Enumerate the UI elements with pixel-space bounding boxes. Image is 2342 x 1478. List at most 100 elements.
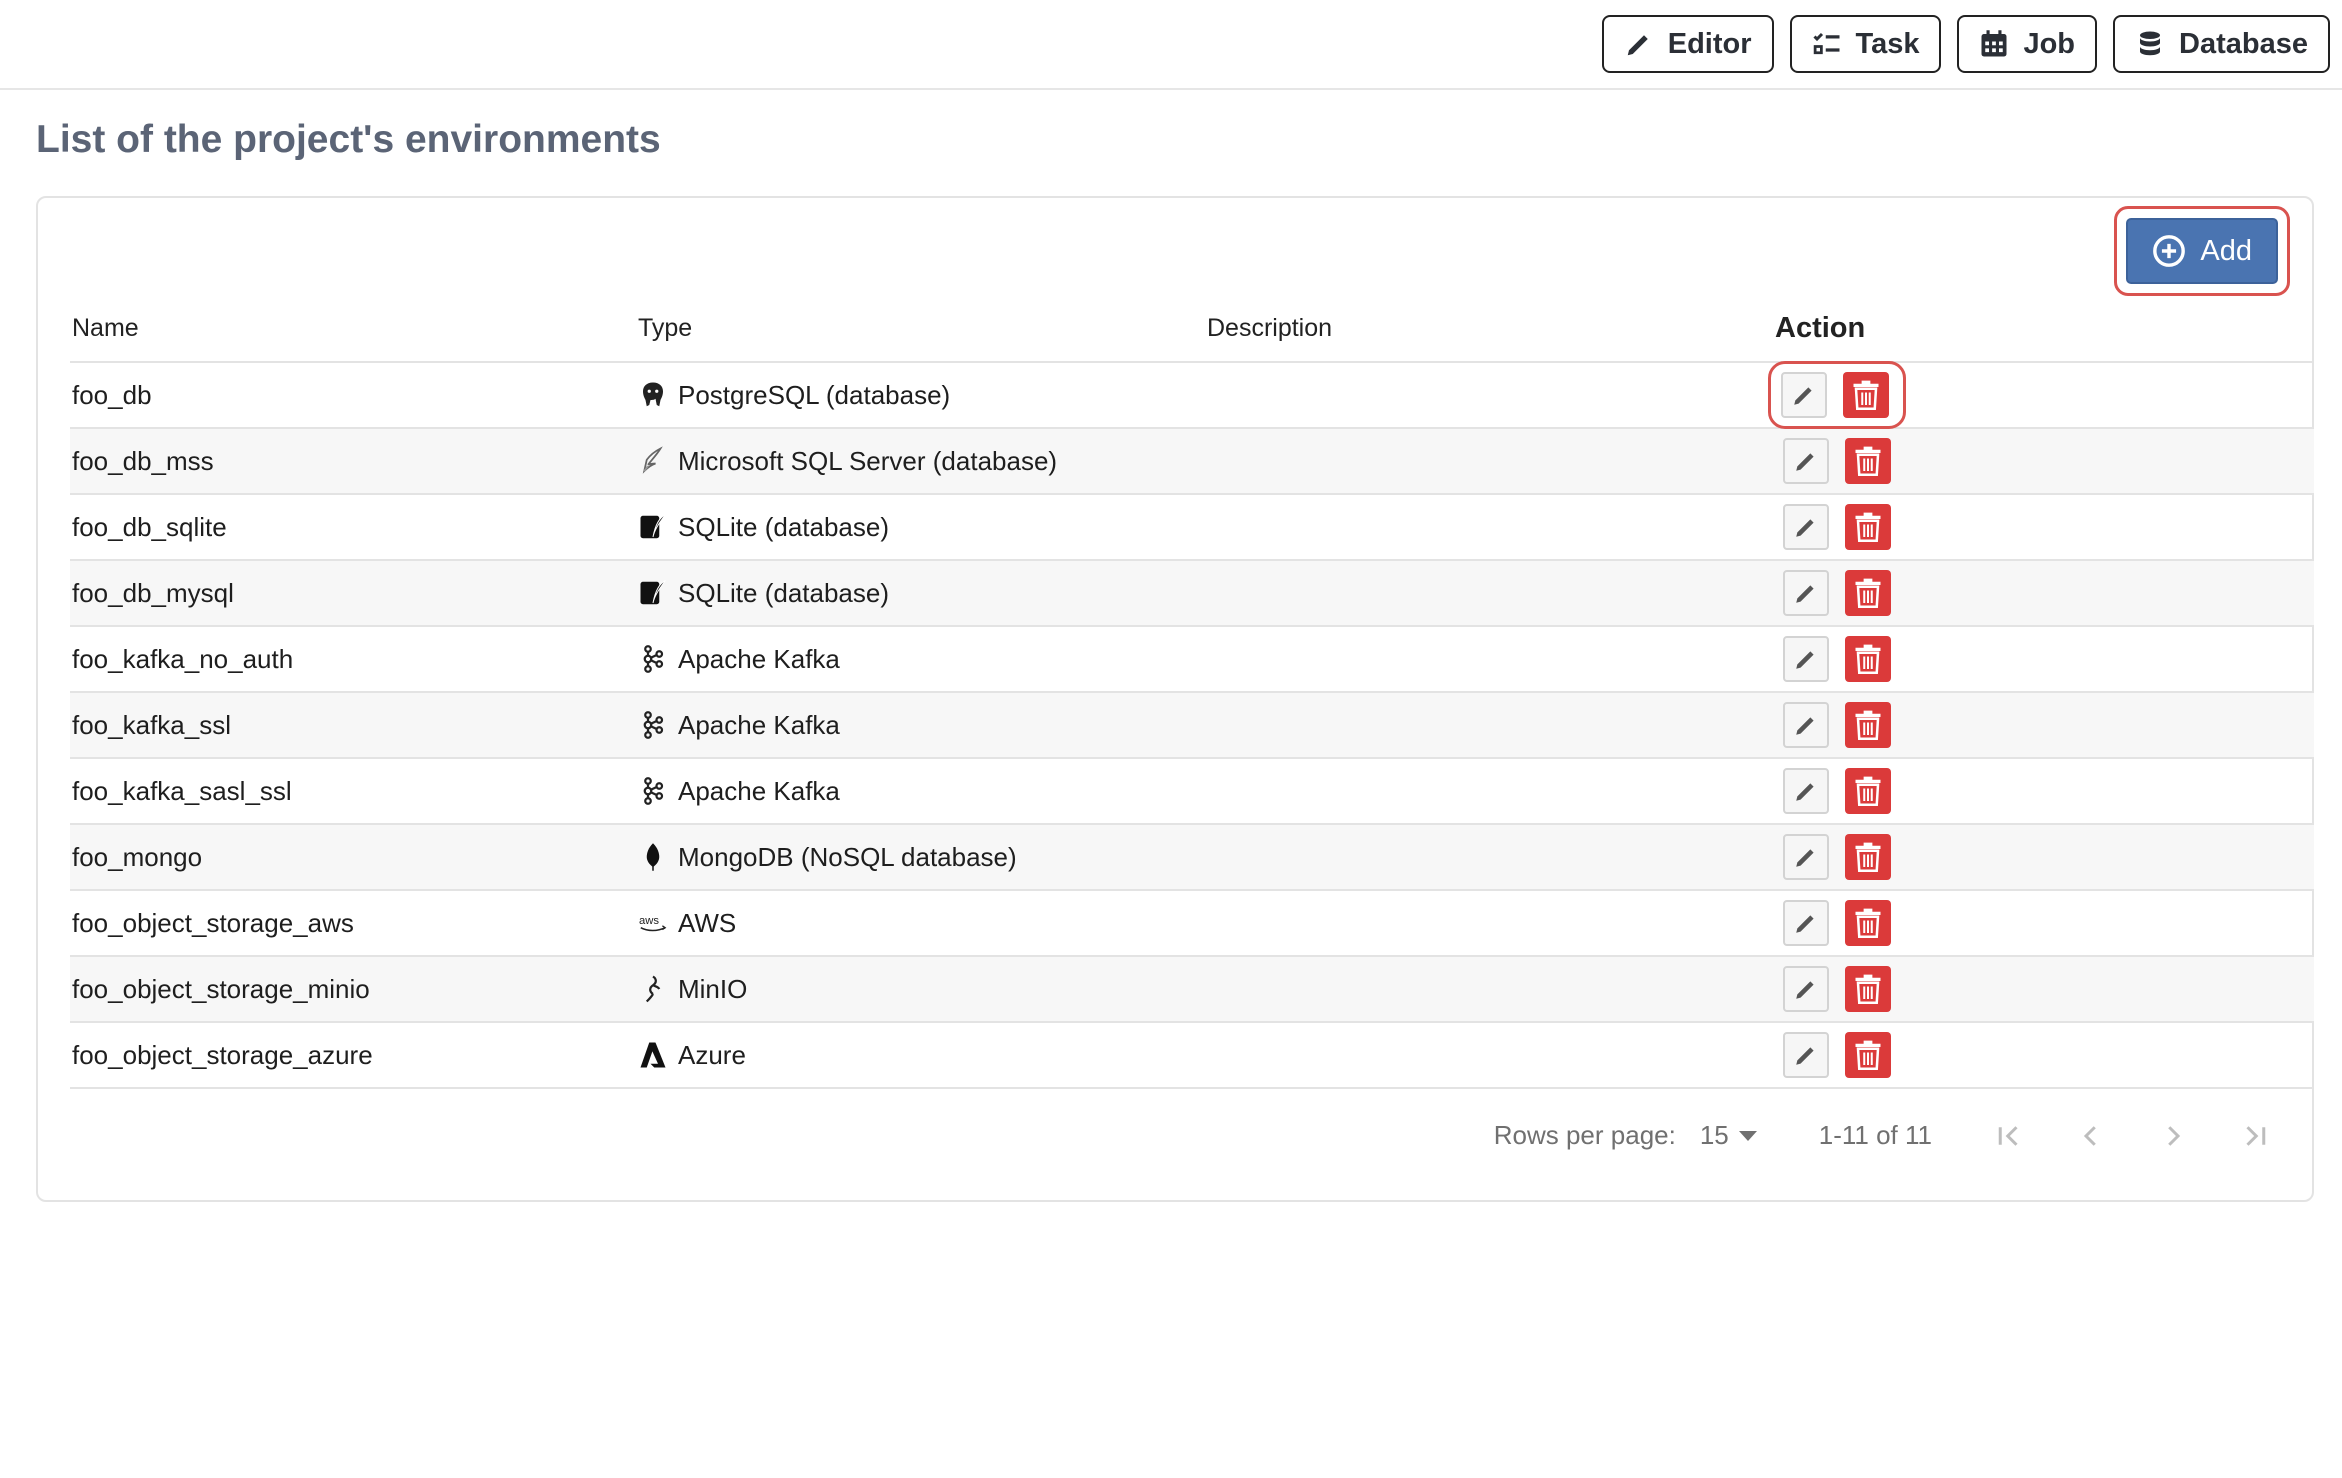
job-button[interactable]: Job [1957,15,2098,73]
first-page-icon[interactable] [1994,1121,2024,1151]
database-button[interactable]: Database [2113,15,2330,73]
env-name: foo_object_storage_azure [72,1039,373,1070]
table-row: foo_object_storage_azure Azure [70,1022,2314,1089]
pencil-icon [1796,585,1814,603]
row-actions [1775,1032,2314,1078]
previous-page-icon[interactable] [2076,1121,2106,1151]
edit-environment-button[interactable] [1783,768,1829,814]
edit-environment-button[interactable] [1783,636,1829,682]
env-description-cell [1207,824,1775,891]
aws-icon: aws [639,915,667,932]
row-actions [1775,504,2314,550]
delete-environment-button[interactable] [1845,834,1891,880]
rows-per-page-label: Rows per page: [1493,1120,1676,1150]
task-button[interactable]: Task [1789,15,1942,73]
column-header-type[interactable]: Type [638,296,1207,363]
trash-icon [1855,776,1881,806]
env-name-cell: foo_db_mss [70,428,638,495]
delete-environment-button[interactable] [1845,966,1891,1012]
env-name: foo_object_storage_aws [72,907,354,938]
add-environment-button[interactable]: Add [2126,218,2278,284]
row-actions [1775,966,2314,1012]
env-type: Microsoft SQL Server (database) [678,445,1058,476]
plus-circle-icon [2153,235,2186,267]
delete-environment-button[interactable] [1845,1032,1891,1078]
task-button-label: Task [1855,27,1920,60]
table-row: foo_object_storage_aws aws AWS [70,890,2314,957]
table-row: foo_db_sqlite SQLite (database) [70,494,2314,561]
pencil-icon [1794,387,1812,405]
column-header-name[interactable]: Name [70,296,638,363]
trash-icon [1855,908,1881,938]
table-row: foo_kafka_sasl_ssl Apache Kafka [70,758,2314,825]
env-type-cell: MinIO [638,956,1207,1023]
delete-environment-button[interactable] [1845,702,1891,748]
caret-down-icon [1738,1130,1757,1141]
job-button-label: Job [2023,27,2076,60]
delete-environment-button[interactable] [1845,570,1891,616]
env-action-cell [1775,1022,2314,1089]
env-type-cell: Apache Kafka [638,626,1207,693]
edit-environment-button[interactable] [1783,570,1829,616]
edit-environment-button[interactable] [1783,900,1829,946]
checklist-icon [1812,32,1840,55]
env-type-cell: aws AWS [638,890,1207,957]
azure-icon [640,1042,666,1068]
edit-environment-button[interactable] [1783,966,1829,1012]
editor-button[interactable]: Editor [1601,15,1774,73]
env-type-cell: SQLite (database) [638,494,1207,561]
trash-icon [1855,644,1881,674]
env-type-cell: MongoDB (NoSQL database) [638,824,1207,891]
table-row: foo_db_mss Microsoft SQL Server (database… [70,428,2314,495]
pencil-icon [1796,519,1814,537]
env-description-cell [1207,494,1775,561]
env-name: foo_object_storage_minio [72,973,370,1004]
env-name: foo_db_mysql [72,577,234,608]
column-header-description[interactable]: Description [1207,296,1775,363]
edit-environment-button[interactable] [1781,372,1827,418]
pencil-icon [1796,849,1814,867]
delete-environment-button[interactable] [1845,504,1891,550]
environments-table: Name Type Description Action foo_db Postg… [70,296,2314,1089]
edit-environment-button[interactable] [1783,438,1829,484]
row-actions [1775,702,2314,748]
env-description-cell [1207,1022,1775,1089]
next-page-icon[interactable] [2158,1121,2188,1151]
kafka-icon [643,711,664,739]
table-row: foo_kafka_ssl Apache Kafka [70,692,2314,759]
delete-environment-button[interactable] [1845,900,1891,946]
page-title: List of the project's environments [36,118,661,161]
env-type: Apache Kafka [678,775,840,806]
trash-icon [1855,512,1881,542]
minio-icon [645,975,661,1003]
delete-environment-button[interactable] [1845,636,1891,682]
edit-environment-button[interactable] [1783,1032,1829,1078]
env-action-cell [1775,824,2314,891]
env-name-cell: foo_db_mysql [70,560,638,627]
edit-environment-button[interactable] [1783,702,1829,748]
rows-per-page-select[interactable]: 15 [1700,1120,1757,1151]
env-description-cell [1207,758,1775,825]
row-actions [1775,636,2314,682]
sqlite-icon [640,514,666,539]
table-body: foo_db PostgreSQL (database) foo_db_mss Mic… [70,361,2314,1089]
row-actions [1775,438,2314,484]
delete-environment-button[interactable] [1845,768,1891,814]
env-type-cell: Azure [638,1022,1207,1089]
delete-environment-button[interactable] [1845,438,1891,484]
last-page-icon[interactable] [2240,1121,2270,1151]
pencil-icon [1796,915,1814,933]
env-type-cell: Apache Kafka [638,692,1207,759]
trash-icon [1855,1040,1881,1070]
edit-environment-button[interactable] [1783,504,1829,550]
env-name-cell: foo_object_storage_azure [70,1022,638,1089]
pencil-icon [1796,717,1814,735]
table-row: foo_mongo MongoDB (NoSQL database) [70,824,2314,891]
env-action-cell [1775,560,2314,627]
env-name: foo_db_mss [72,445,214,476]
edit-environment-button[interactable] [1783,834,1829,880]
add-button-label: Add [2200,234,2252,267]
add-button-highlight: Add [2114,206,2290,296]
delete-environment-button[interactable] [1843,372,1889,418]
table-row: foo_object_storage_minio MinIO [70,956,2314,1023]
